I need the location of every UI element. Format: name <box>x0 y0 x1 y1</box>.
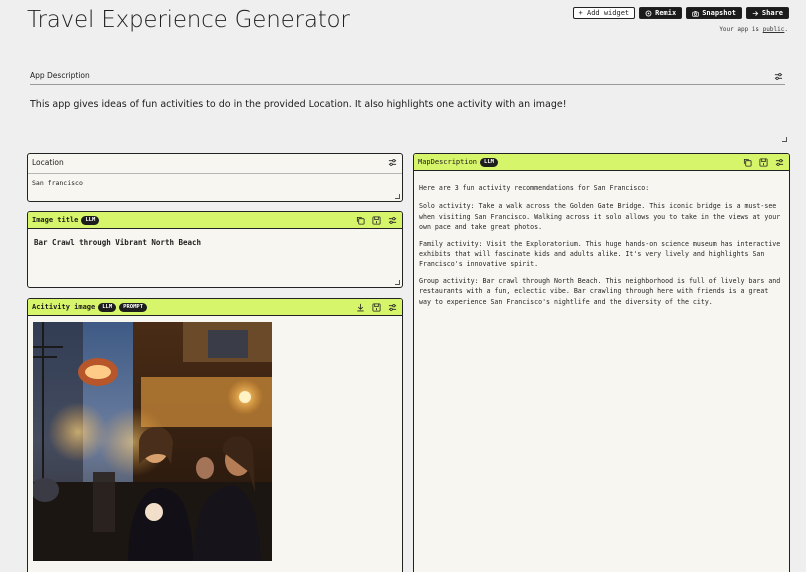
public-link[interactable]: public <box>763 26 785 33</box>
map-description-header: MapDescription LLM <box>414 154 789 171</box>
public-prefix: Your app is <box>719 26 760 33</box>
remix-button[interactable]: Remix <box>639 7 683 19</box>
map-description-card: MapDescription LLM Here are 3 fun activi… <box>413 153 790 572</box>
app-description-divider <box>30 84 785 85</box>
activity-image-label: Acitivity image <box>32 303 96 311</box>
sliders-icon[interactable] <box>388 216 397 225</box>
location-input[interactable]: San francisco <box>28 171 402 195</box>
arrow-right-icon <box>752 10 759 16</box>
remix-label: Remix <box>655 8 677 17</box>
add-widget-label: + Add widget <box>578 8 630 17</box>
app-description-text[interactable]: This app gives ideas of fun activities t… <box>30 99 567 110</box>
map-description-label: MapDescription <box>418 158 478 166</box>
toolbar: + Add widget Remix Snapshot Share <box>572 7 789 19</box>
map-description-body[interactable]: Here are 3 fun activity recommendations … <box>414 171 789 307</box>
resize-handle[interactable] <box>782 137 787 142</box>
resize-handle[interactable] <box>395 194 400 199</box>
sliders-icon[interactable] <box>388 158 397 167</box>
family-paragraph: Family activity: Visit the Exploratorium… <box>419 239 781 269</box>
activity-image-header: Acitivity image LLM PROMPT <box>28 299 402 316</box>
snapshot-label: Snapshot <box>702 8 736 17</box>
location-header: Location <box>28 154 402 171</box>
save-icon[interactable] <box>372 215 381 225</box>
add-widget-button[interactable]: + Add widget <box>572 7 636 19</box>
location-card: Location San francisco <box>27 153 403 202</box>
snapshot-button[interactable]: Snapshot <box>686 7 742 19</box>
page-title: Travel Experience Generator <box>27 7 350 33</box>
copy-icon[interactable] <box>743 158 752 167</box>
public-note: Your app is public. <box>719 26 788 33</box>
save-icon[interactable] <box>759 157 768 167</box>
llm-badge: LLM <box>98 302 117 312</box>
location-label: Location <box>32 158 64 167</box>
sliders-icon[interactable] <box>388 303 397 312</box>
share-button[interactable]: Share <box>745 7 789 19</box>
resize-handle[interactable] <box>395 280 400 285</box>
download-icon[interactable] <box>356 303 365 312</box>
sliders-icon[interactable] <box>774 72 783 81</box>
solo-paragraph: Solo activity: Take a walk across the Go… <box>419 202 781 232</box>
image-title-card: Image title LLM Bar Crawl through Vibran… <box>27 211 403 288</box>
activity-image-card: Acitivity image LLM PROMPT <box>27 298 403 572</box>
public-suffix: . <box>784 26 788 33</box>
image-title-header: Image title LLM <box>28 212 402 229</box>
copy-icon[interactable] <box>356 216 365 225</box>
camera-icon <box>692 10 699 17</box>
activity-photo <box>33 322 272 561</box>
sliders-icon[interactable] <box>775 158 784 167</box>
app-description-label: App Description <box>30 71 90 80</box>
image-title-value[interactable]: Bar Crawl through Vibrant North Beach <box>28 229 402 256</box>
remix-icon <box>645 10 652 16</box>
image-title-label: Image title <box>32 216 79 224</box>
location-divider <box>28 173 402 174</box>
group-paragraph: Group activity: Bar crawl through North … <box>419 276 781 306</box>
prompt-badge: PROMPT <box>119 302 148 312</box>
llm-badge: LLM <box>81 215 100 225</box>
intro-paragraph: Here are 3 fun activity recommendations … <box>419 184 650 192</box>
save-icon[interactable] <box>372 302 381 312</box>
share-label: Share <box>761 8 783 17</box>
llm-badge: LLM <box>480 157 498 167</box>
